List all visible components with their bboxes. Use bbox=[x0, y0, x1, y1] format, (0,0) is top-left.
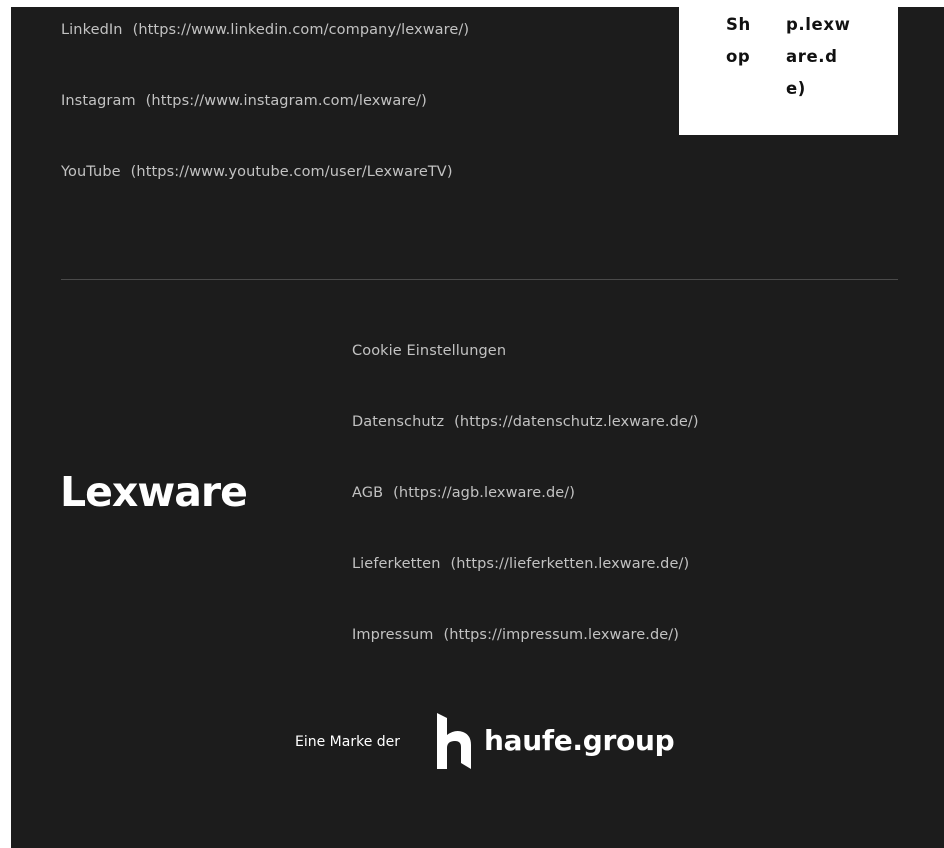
legal-link-label: Cookie Einstellungen bbox=[352, 343, 507, 359]
shop-card-text: Sh bbox=[726, 15, 751, 34]
social-link-label: YouTube bbox=[61, 164, 121, 180]
legal-link-url: (https://impressum.lexware.de/) bbox=[443, 627, 680, 643]
legal-link-url: (https://datenschutz.lexware.de/) bbox=[454, 414, 699, 430]
lexware-logo[interactable]: Lexware bbox=[60, 471, 248, 513]
legal-link-label: Lieferketten bbox=[352, 556, 441, 572]
social-link-linkedin[interactable]: LinkedIn (https://www.linkedin.com/compan… bbox=[61, 22, 469, 38]
shop-card-url: are.d bbox=[786, 47, 838, 66]
social-link-url: (https://www.instagram.com/lexware/) bbox=[145, 93, 427, 109]
social-link-label: Instagram bbox=[61, 93, 136, 109]
legal-link-label: Impressum bbox=[352, 627, 434, 643]
legal-link-label: AGB bbox=[352, 485, 384, 501]
footer-divider bbox=[61, 279, 898, 280]
social-link-youtube[interactable]: YouTube (https://www.youtube.com/user/Lex… bbox=[61, 164, 453, 180]
site-footer: LinkedIn (https://www.linkedin.com/compan… bbox=[11, 7, 944, 848]
shop-card-url: p.lexw bbox=[786, 15, 851, 34]
shop-card[interactable]: Sh op p.lexw are.d e) bbox=[679, 7, 898, 135]
social-link-url: (https://www.youtube.com/user/LexwareTV) bbox=[130, 164, 453, 180]
legal-link-lieferketten[interactable]: Lieferketten (https://lieferketten.lexwar… bbox=[352, 556, 689, 572]
social-link-url: (https://www.linkedin.com/company/lexwar… bbox=[132, 22, 470, 38]
legal-link-url: (https://agb.lexware.de/) bbox=[393, 485, 576, 501]
social-link-label: LinkedIn bbox=[61, 22, 123, 38]
legal-link-cookie-settings[interactable]: Cookie Einstellungen bbox=[352, 343, 506, 359]
legal-link-url: (https://lieferketten.lexware.de/) bbox=[450, 556, 690, 572]
brand-tagline: Eine Marke der bbox=[295, 734, 401, 750]
legal-link-label: Datenschutz bbox=[352, 414, 445, 430]
haufe-h-icon bbox=[437, 713, 471, 769]
shop-card-url: e) bbox=[786, 79, 806, 98]
haufe-group-logo[interactable]: haufe.group bbox=[484, 724, 675, 757]
legal-link-datenschutz[interactable]: Datenschutz (https://datenschutz.lexware.… bbox=[352, 414, 699, 430]
shop-card-text: op bbox=[726, 47, 751, 66]
legal-link-impressum[interactable]: Impressum (https://impressum.lexware.de/) bbox=[352, 627, 679, 643]
social-link-instagram[interactable]: Instagram (https://www.instagram.com/lexw… bbox=[61, 93, 427, 109]
legal-link-agb[interactable]: AGB (https://agb.lexware.de/) bbox=[352, 485, 575, 501]
